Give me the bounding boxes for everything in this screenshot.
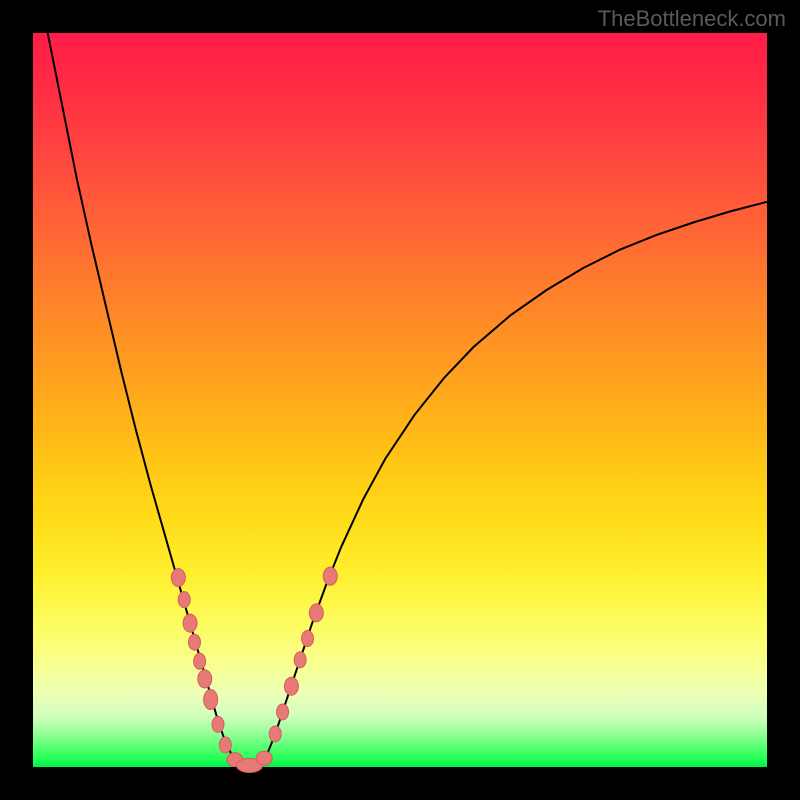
watermark-text: TheBottleneck.com: [598, 6, 786, 32]
data-point: [212, 716, 224, 732]
data-point: [188, 634, 200, 650]
data-point: [204, 689, 218, 709]
data-point: [256, 751, 272, 765]
data-point: [309, 604, 323, 622]
data-point: [323, 567, 337, 585]
data-point: [302, 631, 314, 647]
data-point: [183, 614, 197, 632]
data-point: [284, 677, 298, 695]
plot-svg: [33, 33, 767, 767]
data-point: [294, 652, 306, 668]
bottleneck-curve: [48, 33, 767, 767]
data-point: [194, 653, 206, 669]
chart-container: TheBottleneck.com: [0, 0, 800, 800]
data-point: [198, 670, 212, 688]
data-point: [277, 704, 289, 720]
marker-group: [171, 567, 337, 772]
data-point: [178, 592, 190, 608]
data-point: [219, 737, 231, 753]
data-point: [171, 569, 185, 587]
data-point: [269, 726, 281, 742]
plot-area: [33, 33, 767, 767]
